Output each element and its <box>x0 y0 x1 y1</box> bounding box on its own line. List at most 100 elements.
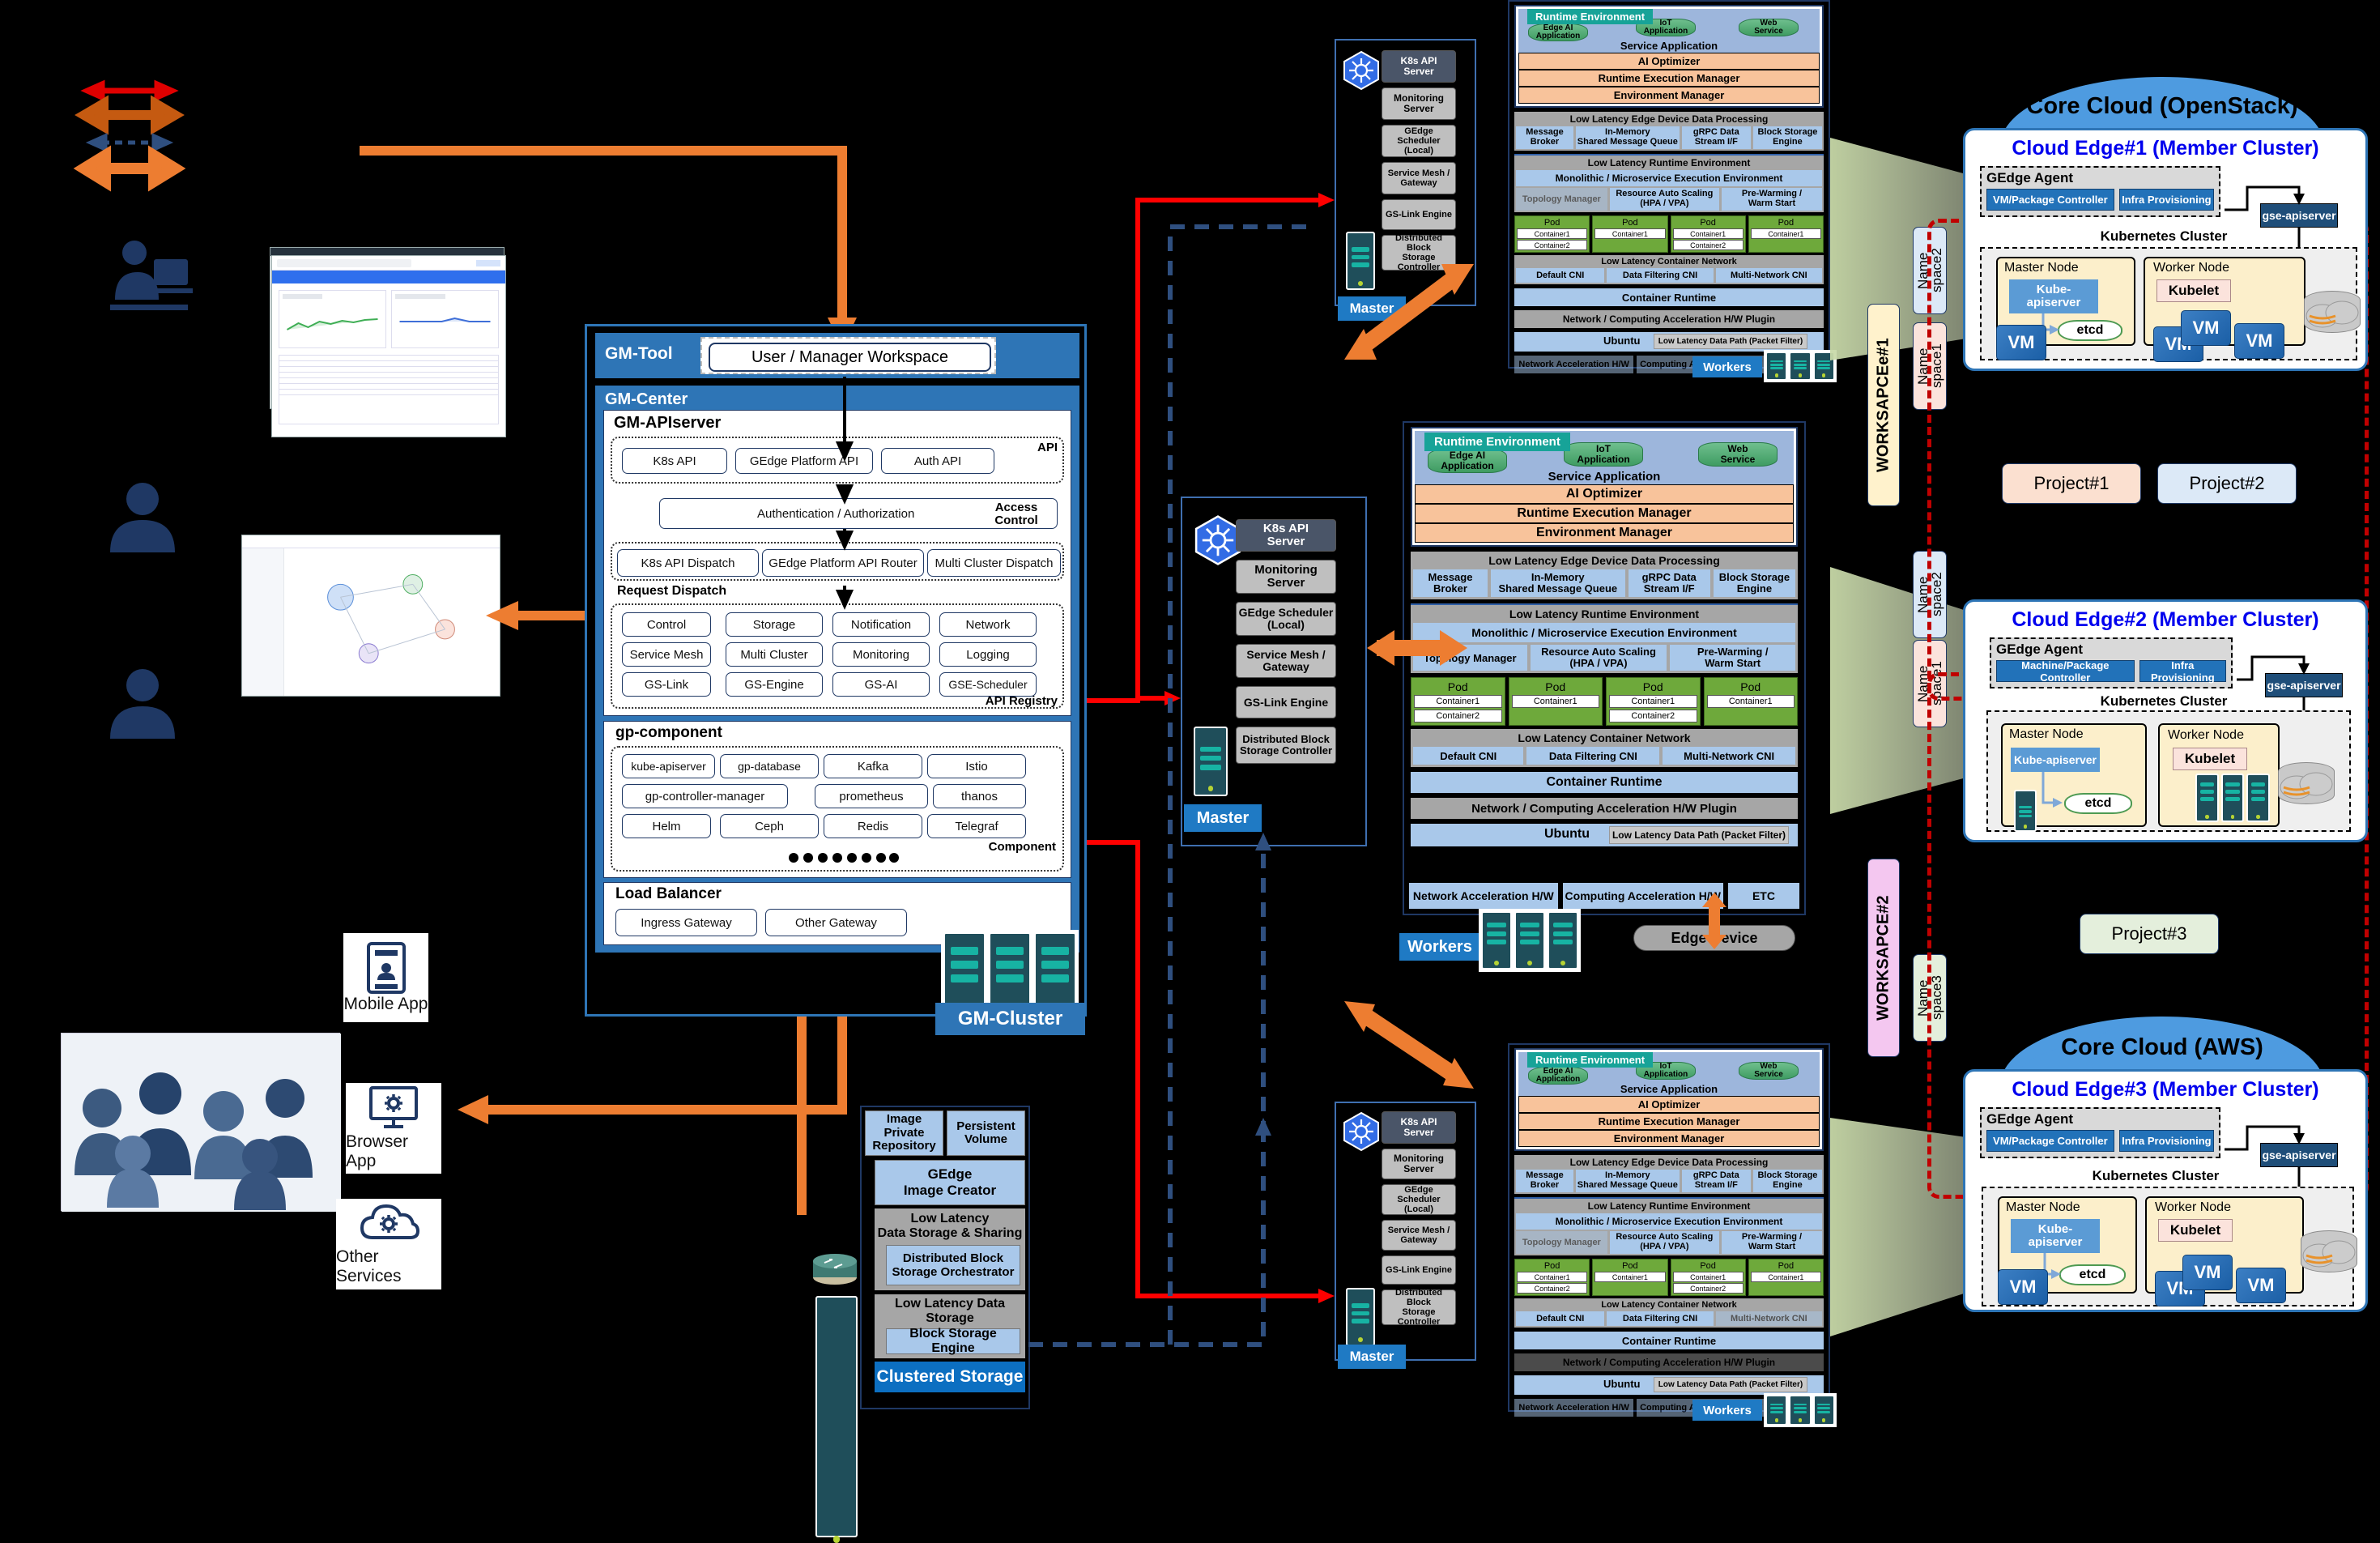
block-storage-engine[interactable]: Block Storage Engine <box>1752 126 1823 149</box>
web-service[interactable]: Web Service <box>1698 442 1778 467</box>
low-latency-data-path[interactable]: Low Latency Data Path (Packet Filter) <box>1654 334 1807 349</box>
runtime-execution-manager[interactable]: Runtime Execution Manager <box>1518 1113 1820 1130</box>
computing-acceleration-hw[interactable]: Computing Acceleration H/W <box>1562 883 1723 909</box>
edge-ai-application[interactable]: Edge AI Application <box>1528 23 1588 41</box>
topology-manager[interactable]: Topology Manager <box>1516 188 1607 211</box>
container[interactable]: Container1 <box>1750 1272 1821 1282</box>
container[interactable]: Container1 <box>1672 228 1743 239</box>
web-service[interactable]: Web Service <box>1739 19 1799 36</box>
message-broker[interactable]: Message Broker <box>1413 569 1488 597</box>
in-memory-shared-message-queue[interactable]: In-Memory Shared Message Queue <box>1575 1170 1680 1192</box>
pod[interactable]: Pod Container1 Container2 <box>1411 677 1505 726</box>
container[interactable]: Container1 <box>1594 228 1666 239</box>
gedge-scheduler-local[interactable]: GEdge Scheduler (Local) <box>1382 125 1456 157</box>
network-acceleration-hw[interactable]: Network Acceleration H/W <box>1514 1399 1634 1417</box>
vm-1[interactable]: VM <box>1998 1269 2048 1305</box>
container[interactable]: Container2 <box>1517 240 1588 250</box>
runtime-execution-manager[interactable]: Runtime Execution Manager <box>1415 504 1794 523</box>
topology-manager[interactable]: Topology Manager <box>1516 1231 1607 1254</box>
distributed-block-storage-orchestrator[interactable]: Distributed Block Storage Orchestrator <box>886 1244 1020 1285</box>
distributed-block-storage-controller[interactable]: Distributed Block Storage Controller <box>1236 727 1336 764</box>
ai-optimizer[interactable]: AI Optimizer <box>1415 484 1794 504</box>
service-mesh-gateway[interactable]: Service Mesh / Gateway <box>1382 162 1456 194</box>
kubelet-2[interactable]: Kubelet <box>2173 748 2247 770</box>
container[interactable]: Container2 <box>1672 240 1743 250</box>
pod[interactable]: Pod Container1 Container2 <box>1670 215 1746 253</box>
monolithic-microservice-execution-environment[interactable]: Monolithic / Microservice Execution Envi… <box>1516 1213 1822 1230</box>
container[interactable]: Container1 <box>1594 1272 1666 1282</box>
container[interactable]: Container1 <box>1511 695 1599 708</box>
message-broker[interactable]: Message Broker <box>1516 1170 1573 1192</box>
pre-warming-warm-start[interactable]: Pre-Warming / Warm Start <box>1722 188 1822 211</box>
pod[interactable]: Pod Container1 <box>1592 1259 1668 1296</box>
container[interactable]: Container1 <box>1672 1272 1743 1282</box>
k8s-api-server[interactable]: K8s API Server <box>1382 1111 1456 1144</box>
persistent-volume[interactable]: Persistent Volume <box>947 1110 1025 1156</box>
grpc-data-stream-if[interactable]: gRPC Data Stream I/F <box>1628 569 1710 597</box>
container[interactable]: Container1 <box>1706 695 1795 708</box>
edge-ai-application[interactable]: Edge AI Application <box>1528 1067 1588 1085</box>
message-broker[interactable]: Message Broker <box>1516 126 1573 149</box>
pre-warming-warm-start[interactable]: Pre-Warming / Warm Start <box>1722 1231 1822 1254</box>
monitoring-server[interactable]: Monitoring Server <box>1236 560 1336 594</box>
pre-warming-warm-start[interactable]: Pre-Warming / Warm Start <box>1670 645 1796 671</box>
multi-network-cni[interactable]: Multi-Network CNI <box>1663 747 1795 765</box>
container-runtime[interactable]: Container Runtime <box>1514 1332 1824 1349</box>
low-latency-data-path[interactable]: Low Latency Data Path (Packet Filter) <box>1609 826 1789 844</box>
kubelet-3[interactable]: Kubelet <box>2158 1219 2233 1242</box>
network-acceleration-hw[interactable]: Network Acceleration H/W <box>1514 356 1634 373</box>
pod[interactable]: Pod Container1 Container2 <box>1670 1259 1746 1296</box>
container[interactable]: Container1 <box>1609 695 1697 708</box>
resource-auto-scaling[interactable]: Resource Auto Scaling (HPA / VPA) <box>1609 1231 1719 1254</box>
block-storage-engine[interactable]: Block Storage Engine <box>886 1327 1020 1355</box>
etc[interactable]: ETC <box>1727 883 1799 909</box>
network-acceleration-hw[interactable]: Network Acceleration H/W <box>1409 883 1558 909</box>
resource-auto-scaling[interactable]: Resource Auto Scaling (HPA / VPA) <box>1609 188 1719 211</box>
multi-network-cni[interactable]: Multi-Network CNI <box>1715 1311 1822 1326</box>
service-mesh-gateway[interactable]: Service Mesh / Gateway <box>1236 644 1336 678</box>
pod[interactable]: Pod Container1 <box>1703 677 1798 726</box>
iot-application[interactable]: IoT Application <box>1564 442 1643 467</box>
topology-manager[interactable]: Topology Manager <box>1413 645 1527 671</box>
in-memory-shared-message-queue[interactable]: In-Memory Shared Message Queue <box>1491 569 1625 597</box>
container[interactable]: Container2 <box>1672 1283 1743 1294</box>
gs-link-engine[interactable]: GS-Link Engine <box>1382 199 1456 230</box>
pod[interactable]: Pod Container1 Container2 <box>1514 1259 1590 1296</box>
image-private-repository[interactable]: Image Private Repository <box>865 1110 943 1156</box>
container[interactable]: Container2 <box>1609 710 1697 722</box>
container[interactable]: Container1 <box>1517 228 1588 239</box>
container[interactable]: Container1 <box>1414 695 1502 708</box>
web-service[interactable]: Web Service <box>1739 1062 1799 1080</box>
multi-network-cni[interactable]: Multi-Network CNI <box>1715 268 1822 283</box>
pod[interactable]: Pod Container1 <box>1748 215 1824 253</box>
container[interactable]: Container1 <box>1750 228 1821 239</box>
pod[interactable]: Pod Container1 <box>1592 215 1668 253</box>
vm-4[interactable]: VM <box>2234 323 2284 359</box>
k8s-api-server[interactable]: K8s API Server <box>1236 519 1336 552</box>
pod[interactable]: Pod Container1 Container2 <box>1514 215 1590 253</box>
vm-3[interactable]: VM <box>2182 1255 2233 1290</box>
gedge-scheduler-local[interactable]: GEdge Scheduler (Local) <box>1382 1184 1456 1215</box>
default-cni[interactable]: Default CNI <box>1516 268 1605 283</box>
container[interactable]: Container1 <box>1517 1272 1588 1282</box>
environment-manager[interactable]: Environment Manager <box>1518 87 1820 104</box>
block-storage-engine[interactable]: Block Storage Engine <box>1752 1170 1823 1192</box>
service-mesh-gateway[interactable]: Service Mesh / Gateway <box>1382 1220 1456 1251</box>
monolithic-microservice-execution-environment[interactable]: Monolithic / Microservice Execution Envi… <box>1516 170 1822 186</box>
pod[interactable]: Pod Container1 <box>1748 1259 1824 1296</box>
container[interactable]: Container2 <box>1517 1283 1588 1294</box>
gedge-scheduler-local[interactable]: GEdge Scheduler (Local) <box>1236 602 1336 636</box>
block-storage-engine[interactable]: Block Storage Engine <box>1713 569 1795 597</box>
data-filtering-cni[interactable]: Data Filtering CNI <box>1607 268 1714 283</box>
vm-1[interactable]: VM <box>1996 325 2046 360</box>
default-cni[interactable]: Default CNI <box>1413 747 1524 765</box>
ai-optimizer[interactable]: AI Optimizer <box>1518 1096 1820 1113</box>
vm-4[interactable]: VM <box>2236 1268 2286 1303</box>
ai-optimizer[interactable]: AI Optimizer <box>1518 53 1820 70</box>
environment-manager[interactable]: Environment Manager <box>1415 523 1794 543</box>
low-latency-data-path[interactable]: Low Latency Data Path (Packet Filter) <box>1654 1377 1807 1392</box>
distributed-block-storage-controller[interactable]: Distributed Block Storage Controller <box>1382 1288 1456 1327</box>
kubelet-1[interactable]: Kubelet <box>2156 279 2231 302</box>
gs-link-engine[interactable]: GS-Link Engine <box>1236 686 1336 718</box>
k8s-api-server[interactable]: K8s API Server <box>1382 50 1456 83</box>
